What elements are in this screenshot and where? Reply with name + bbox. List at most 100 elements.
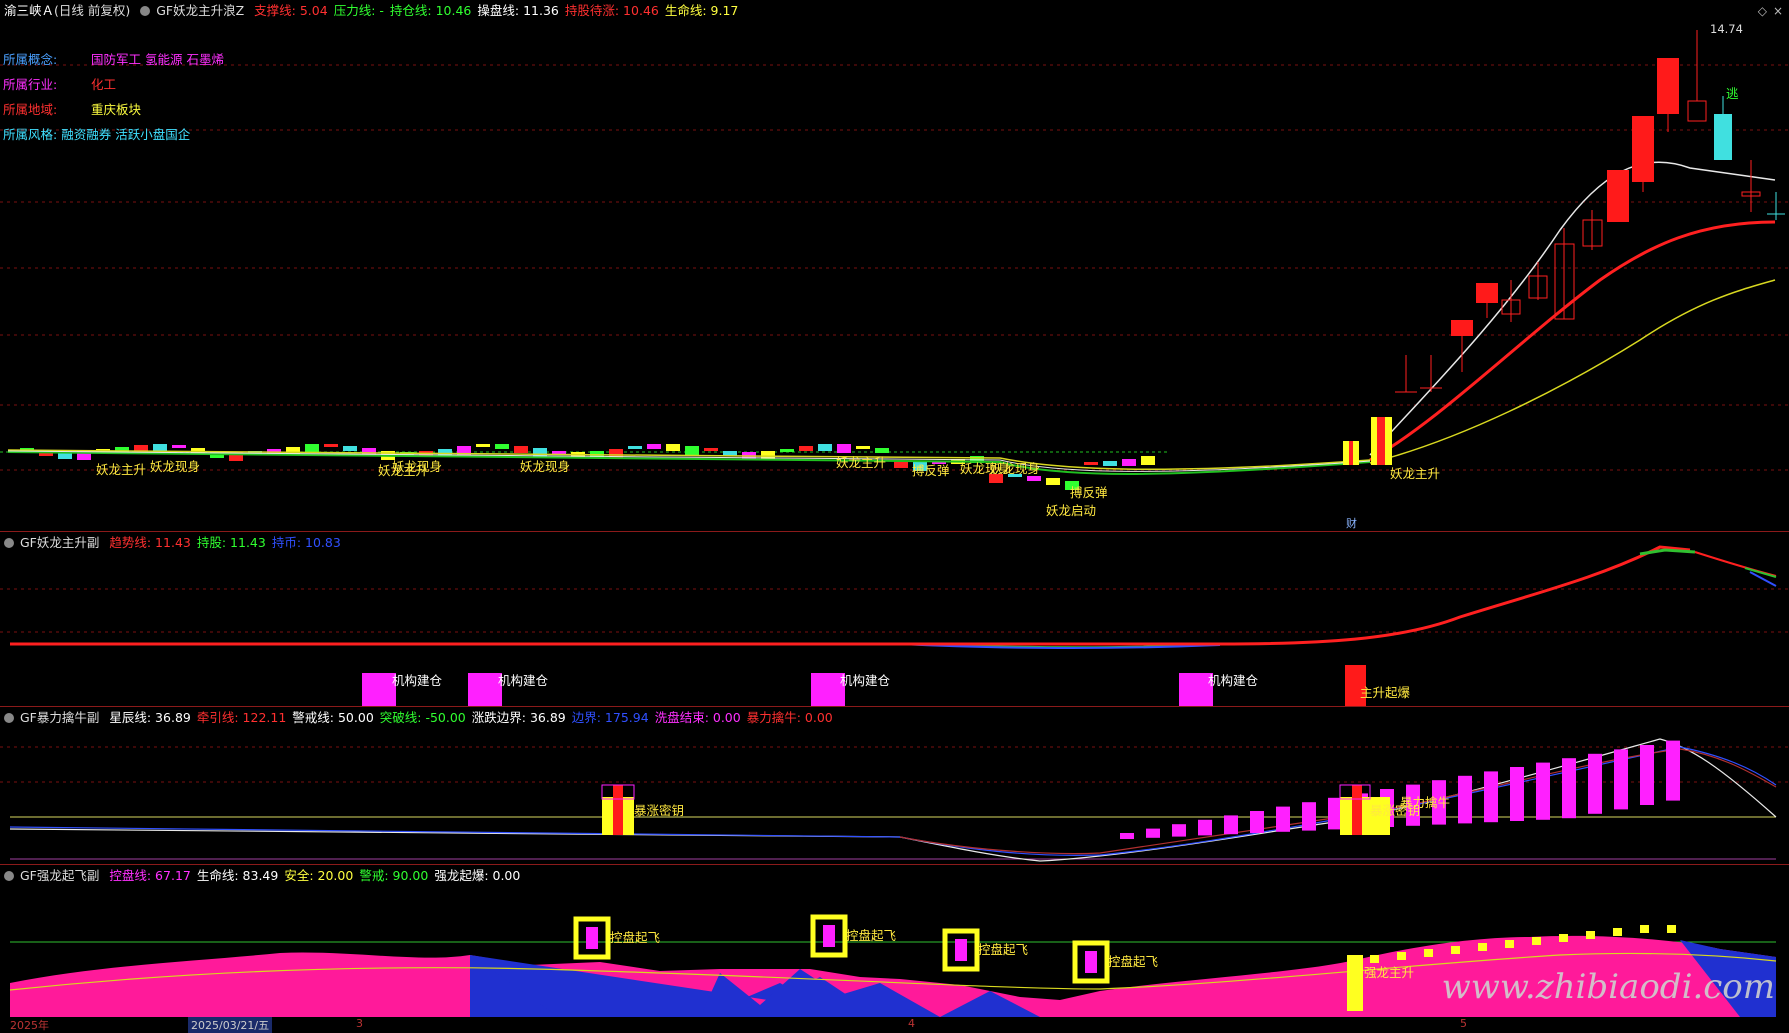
dragon-indicator-name[interactable]: GF强龙起飞副 <box>20 868 99 883</box>
indicator-value-3: 突破线: -50.00 <box>379 710 466 725</box>
bull-bar <box>1302 802 1316 831</box>
indicator-value-0: 控盘线: 67.17 <box>109 868 191 883</box>
info-row: 所属地域: 重庆板块 <box>3 99 141 118</box>
sub-panel-bull[interactable]: GF暴力擒牛副 星辰线: 36.89 牵引线: 122.11 警戒线: 50.00 突… <box>0 707 1789 865</box>
trend-indicator-name[interactable]: GF妖龙主升副 <box>20 535 99 550</box>
high-price-label: 14.74 <box>1710 22 1743 36</box>
main-indicator-values: 支撑线: 5.04 压力线: - 持仓线: 10.46 操盘线: 11.36 持股待涨:… <box>254 3 744 18</box>
candle <box>799 446 813 451</box>
bull-bar <box>1146 828 1160 838</box>
signal-label: 妖龙现身 <box>520 459 571 474</box>
info-value: 融资融券 活跃小盘国企 <box>61 127 191 142</box>
candle <box>856 446 870 449</box>
dragon-bar <box>1424 949 1433 957</box>
indicator-value-0: 星辰线: 36.89 <box>109 710 191 725</box>
finance-marker[interactable]: 财 <box>1346 515 1357 531</box>
candle <box>666 444 680 451</box>
signal-label: 控盘起飞 <box>978 942 1029 957</box>
signal-label: 妖龙主升 <box>96 462 147 477</box>
signal-label: 暴涨密钥 <box>634 803 685 818</box>
dragon-bar <box>1397 952 1406 960</box>
dragon-bar <box>1505 940 1514 948</box>
bull-bar <box>1484 771 1498 823</box>
candle <box>552 451 566 454</box>
bull-bar <box>1666 740 1680 801</box>
bull-indicator-values: 星辰线: 36.89 牵引线: 122.11 警戒线: 50.00 突破线: -50.… <box>109 710 838 725</box>
candle <box>780 449 794 452</box>
gear-icon[interactable] <box>4 871 14 881</box>
signal-label: 强龙主升 <box>1364 965 1415 980</box>
info-value: 国防军工 氢能源 石墨烯 <box>91 52 224 67</box>
trend-chart-svg <box>0 545 1789 706</box>
gear-icon[interactable] <box>140 6 151 16</box>
candle <box>628 446 642 449</box>
indicator-value-4: 强龙起爆: 0.00 <box>434 868 521 883</box>
bull-bar <box>1588 753 1602 814</box>
main-indicator-name[interactable]: GF妖龙主升浪Z <box>156 3 244 18</box>
bull-bar <box>1640 745 1654 805</box>
info-key: 所属概念: <box>3 52 58 67</box>
dragon-indicator-values: 控盘线: 67.17 生命线: 83.49 安全: 20.00 警戒: 90.00 强龙… <box>109 868 526 883</box>
signal-label: 控盘起飞 <box>1108 954 1159 969</box>
escape-signal: 逃 <box>1726 86 1739 101</box>
dragon-bar <box>1451 946 1460 954</box>
maximize-icon[interactable]: ◇ <box>1758 4 1767 18</box>
close-icon[interactable]: × <box>1773 4 1783 18</box>
dragon-header: GF强龙起飞副 控盘线: 67.17 生命线: 83.49 安全: 20.00 警戒:… <box>4 869 532 883</box>
candle <box>1046 478 1060 485</box>
info-key: 所属行业: <box>3 77 58 92</box>
indicator-value-2: 安全: 20.00 <box>284 868 354 883</box>
gear-icon[interactable] <box>4 713 14 723</box>
bull-chart-svg <box>0 738 1789 862</box>
bull-bar <box>1120 833 1134 839</box>
dragon-bar <box>1640 925 1649 933</box>
info-value: 重庆板块 <box>91 102 142 117</box>
bull-bar <box>1614 749 1628 810</box>
indicator-value-5: 生命线: 9.17 <box>664 3 739 18</box>
signal-label: 妖龙主升 <box>836 455 887 470</box>
signal-label: 妖龙现身 <box>150 459 201 474</box>
bull-bar <box>1172 824 1186 837</box>
candle <box>1084 462 1098 465</box>
stock-name[interactable]: 渝三峡Ａ <box>4 3 54 18</box>
signal-label: 妖龙现身 <box>392 459 443 474</box>
bull-bar <box>1510 767 1524 821</box>
info-key: 所属风格: <box>3 127 58 142</box>
indicator-value-1: 生命线: 83.49 <box>196 868 279 883</box>
signal-label: 搏反弹 <box>1070 485 1108 500</box>
indicator-value-2: 警戒线: 50.00 <box>292 710 374 725</box>
candle <box>495 444 509 449</box>
signal-label: 机构建仓 <box>1208 673 1259 688</box>
candle <box>305 444 319 453</box>
dragon-bar <box>1667 925 1676 933</box>
candle <box>476 444 490 447</box>
watermark: www.zhibiaodi.com <box>1441 967 1775 1007</box>
dragon-bar <box>1532 937 1541 945</box>
bull-bar <box>1276 806 1290 832</box>
indicator-value-7: 暴力擒牛: 0.00 <box>746 710 833 725</box>
sub-panel-trend[interactable]: GF妖龙主升副 趋势线: 11.43 持股: 11.43 持币: 10.83 机构建… <box>0 532 1789 707</box>
indicator-value-1: 牵引线: 122.11 <box>196 710 287 725</box>
indicator-value-5: 边界: 175.94 <box>571 710 649 725</box>
main-chart-svg <box>0 30 1789 490</box>
indicator-value-0: 支撑线: 5.04 <box>254 3 328 18</box>
trend-indicator-values: 趋势线: 11.43 持股: 11.43 持币: 10.83 <box>109 535 346 550</box>
bull-bar <box>1250 811 1264 833</box>
axis-month-5: 5 <box>1460 1017 1467 1030</box>
bull-indicator-name[interactable]: GF暴力擒牛副 <box>20 710 99 725</box>
sub-panel-dragon[interactable]: GF强龙起飞副 控盘线: 67.17 生命线: 83.49 安全: 20.00 警戒:… <box>0 865 1789 1017</box>
bull-header: GF暴力擒牛副 星辰线: 36.89 牵引线: 122.11 警戒线: 50.00 突… <box>4 711 845 725</box>
main-chart-panel[interactable]: 渝三峡Ａ(日线 前复权) GF妖龙主升浪Z 支撑线: 5.04 压力线: - 持仓线… <box>0 0 1789 532</box>
info-row: 所属风格: 融资融券 活跃小盘国企 <box>3 124 190 143</box>
gear-icon[interactable] <box>4 538 14 548</box>
candle <box>818 444 832 451</box>
candle <box>647 444 661 449</box>
candle <box>172 445 186 448</box>
chart-mode[interactable]: (日线 前复权) <box>54 3 130 18</box>
info-key: 所属地域: <box>3 102 58 117</box>
signal-label: 妖龙主升 <box>1390 466 1441 481</box>
bull-bar <box>1198 819 1212 836</box>
bull-bar <box>1562 758 1576 819</box>
bull-bar <box>1224 815 1238 835</box>
signal-label: 妖龙启动 <box>1046 503 1097 518</box>
